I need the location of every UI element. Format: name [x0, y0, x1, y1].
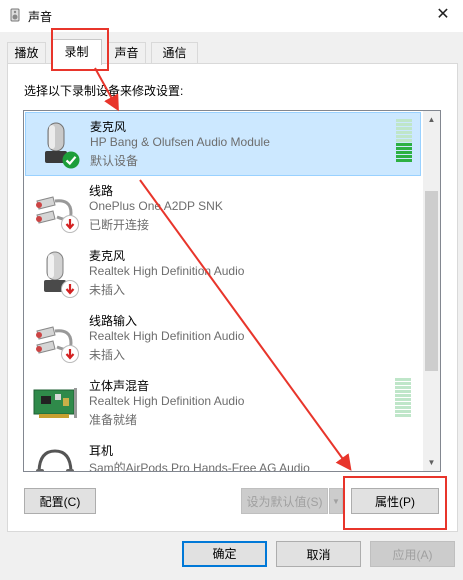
device-description: Realtek High Definition Audio: [89, 394, 245, 408]
device-row[interactable]: 麦克风 Realtek High Definition Audio 未插入: [25, 242, 421, 306]
device-row[interactable]: 线路输入 Realtek High Definition Audio 未插入: [25, 307, 421, 371]
set-default-dropdown-icon[interactable]: ▼: [329, 488, 343, 514]
device-status: 未插入: [89, 348, 126, 362]
device-name: 立体声混音: [89, 379, 150, 393]
recording-panel: 选择以下录制设备来修改设置: 麦克风 HP Bang & Olufsen Aud…: [7, 63, 458, 532]
device-description: HP Bang & Olufsen Audio Module: [90, 135, 270, 149]
window-title: 声音: [28, 10, 53, 24]
scroll-up-icon[interactable]: ▲: [423, 111, 440, 128]
device-name: 耳机: [89, 444, 114, 458]
device-description: OnePlus One A2DP SNK: [89, 199, 223, 213]
scroll-down-icon[interactable]: ▼: [423, 454, 440, 471]
properties-button[interactable]: 属性(P): [351, 488, 439, 514]
device-description: Sam的AirPods Pro Hands-Free AG Audio: [89, 461, 310, 472]
level-meter: [395, 378, 411, 418]
down-arrow-badge-icon: [61, 280, 79, 298]
configure-button[interactable]: 配置(C): [24, 488, 96, 514]
level-meter: [396, 119, 412, 163]
set-default-button[interactable]: 设为默认值(S): [241, 488, 328, 514]
tab-sounds[interactable]: 声音: [107, 42, 146, 64]
speaker-icon: [10, 8, 20, 22]
tab-recording[interactable]: 录制: [51, 39, 102, 65]
close-icon[interactable]: ✕: [423, 0, 463, 30]
device-name: 麦克风: [90, 120, 127, 134]
sound-card-icon: [33, 388, 77, 418]
device-row[interactable]: 立体声混音 Realtek High Definition Audio 准备就绪: [25, 372, 421, 436]
down-arrow-badge-icon: [61, 345, 79, 363]
apply-button[interactable]: 应用(A): [370, 541, 455, 567]
device-row[interactable]: 线路 OnePlus One A2DP SNK 已断开连接: [25, 177, 421, 241]
title-bar: 声音 ✕: [0, 0, 463, 32]
check-badge-icon: [62, 151, 80, 169]
ok-button[interactable]: 确定: [182, 541, 267, 567]
device-row[interactable]: 耳机 Sam的AirPods Pro Hands-Free AG Audio: [25, 437, 421, 472]
cancel-button[interactable]: 取消: [276, 541, 361, 567]
scrollbar-thumb[interactable]: [425, 191, 438, 371]
device-status: 已断开连接: [89, 218, 150, 232]
device-description: Realtek High Definition Audio: [89, 329, 245, 343]
device-status: 准备就绪: [89, 413, 138, 427]
device-description: Realtek High Definition Audio: [89, 264, 245, 278]
instruction-text: 选择以下录制设备来修改设置:: [24, 84, 184, 98]
headset-icon: [36, 449, 74, 471]
list-scrollbar[interactable]: ▲ ▼: [423, 111, 440, 471]
tab-communications[interactable]: 通信: [151, 42, 198, 64]
device-name: 线路输入: [89, 314, 138, 328]
device-status: 默认设备: [90, 154, 139, 168]
device-list[interactable]: 麦克风 HP Bang & Olufsen Audio Module 默认设备: [23, 110, 441, 472]
device-status: 未插入: [89, 283, 126, 297]
device-name: 麦克风: [89, 249, 126, 263]
down-arrow-badge-icon: [61, 215, 79, 233]
device-row[interactable]: 麦克风 HP Bang & Olufsen Audio Module 默认设备: [25, 112, 421, 176]
device-name: 线路: [89, 184, 114, 198]
tab-playback[interactable]: 播放: [7, 42, 46, 64]
